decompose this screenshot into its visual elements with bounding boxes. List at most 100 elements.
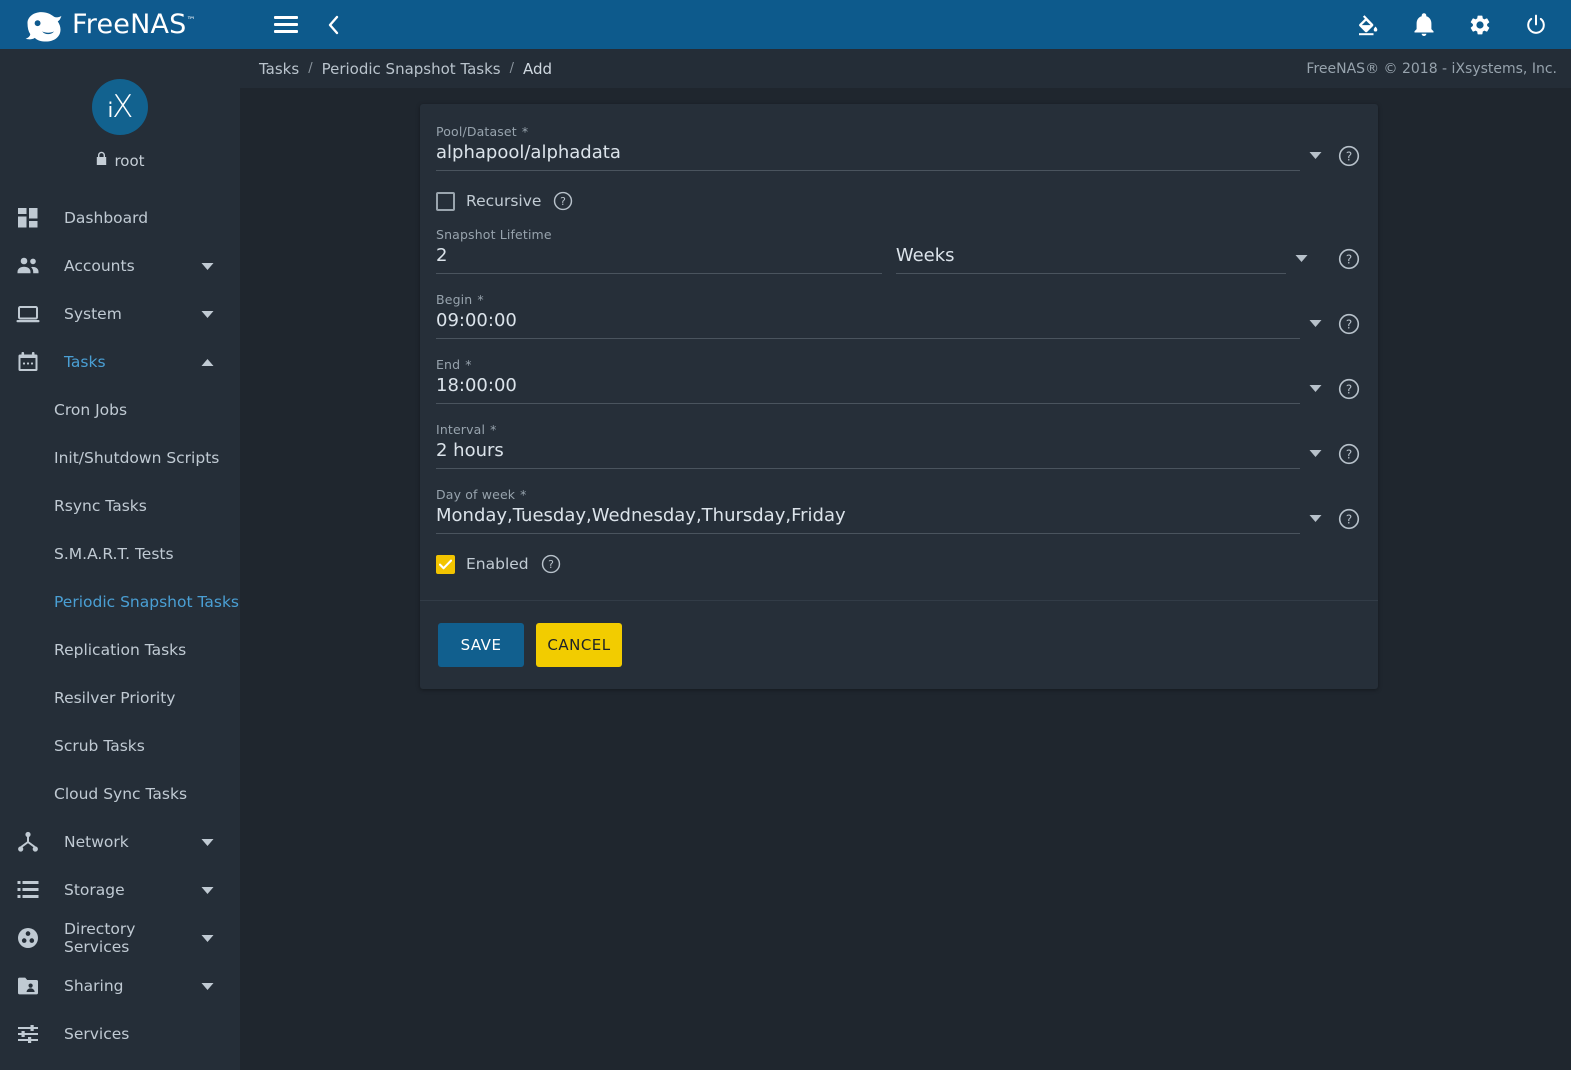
help-circle-icon[interactable]: ? — [1338, 443, 1360, 465]
help-circle-icon[interactable]: ? — [1338, 508, 1360, 530]
interval-input[interactable] — [436, 440, 1300, 469]
sidebar-subitem-label: Replication Tasks — [54, 641, 187, 659]
freenas-fish-logo-icon — [22, 8, 66, 42]
sidebar-subitem-label: Cloud Sync Tasks — [54, 785, 188, 803]
day-of-week-input[interactable] — [436, 505, 1300, 534]
help-circle-icon[interactable]: ? — [541, 554, 561, 574]
sidebar-item-system[interactable]: System — [0, 290, 240, 338]
field-row: ? — [436, 310, 1360, 339]
sidebar-username-row[interactable]: root — [95, 151, 145, 170]
sidebar-item-directory-services[interactable]: Directory Services — [0, 914, 240, 962]
help-circle-icon[interactable]: ? — [1338, 313, 1360, 335]
sidebar-item-scrub-tasks[interactable]: Scrub Tasks — [0, 722, 240, 770]
snapshot-lifetime-unit-select[interactable] — [895, 245, 1286, 274]
breadcrumb-item-periodic-snapshot-tasks[interactable]: Periodic Snapshot Tasks — [313, 60, 510, 78]
sidebar-item-sharing[interactable]: Sharing — [0, 962, 240, 1010]
recursive-label: Recursive — [466, 192, 542, 210]
sidebar-username: root — [114, 151, 145, 170]
field-row: ? — [436, 375, 1360, 404]
chevron-down-icon[interactable] — [201, 262, 214, 271]
field-label: Snapshot Lifetime — [436, 227, 1360, 242]
ix-logo-icon: iX — [92, 79, 148, 135]
save-button[interactable]: SAVE — [438, 623, 524, 667]
sidebar-item-cloud-sync-tasks[interactable]: Cloud Sync Tasks — [0, 770, 240, 818]
sidebar-item-periodic-snapshot-tasks[interactable]: Periodic Snapshot Tasks — [0, 578, 240, 626]
field-snapshot-lifetime: Snapshot Lifetime ? — [436, 227, 1360, 274]
brand-area: FreeNAS™ — [0, 0, 240, 49]
chevron-down-icon[interactable] — [201, 310, 214, 319]
begin-label: Begin — [436, 292, 473, 307]
gear-icon[interactable] — [1467, 12, 1493, 38]
network-node-icon — [12, 831, 44, 853]
begin-input[interactable] — [436, 310, 1300, 339]
field-end: End * ? — [436, 357, 1360, 404]
enabled-checkbox[interactable] — [436, 554, 455, 574]
sidebar-subitem-label: Cron Jobs — [54, 401, 128, 419]
chevron-up-icon[interactable] — [201, 358, 214, 367]
sidebar-item-cron-jobs[interactable]: Cron Jobs — [0, 386, 240, 434]
chevron-down-icon[interactable] — [1304, 312, 1326, 334]
chevron-down-icon[interactable] — [201, 982, 214, 991]
field-recursive: Recursive ? — [436, 189, 1360, 211]
sidebar-subitem-label: S.M.A.R.T. Tests — [54, 545, 174, 563]
sidebar-item-smart-tests[interactable]: S.M.A.R.T. Tests — [0, 530, 240, 578]
cancel-button[interactable]: CANCEL — [536, 623, 622, 667]
sidebar-item-label: Accounts — [64, 257, 135, 275]
theme-fill-icon[interactable] — [1355, 12, 1381, 38]
sidebar-item-network[interactable]: Network — [0, 818, 240, 866]
help-circle-icon[interactable]: ? — [1338, 145, 1360, 167]
chevron-down-icon[interactable] — [201, 886, 214, 895]
end-input[interactable] — [436, 375, 1300, 404]
required-marker: * — [477, 292, 484, 307]
chevron-down-icon[interactable] — [1304, 507, 1326, 529]
chevron-down-icon[interactable] — [201, 838, 214, 847]
svg-text:?: ? — [1346, 383, 1352, 397]
laptop-icon — [12, 304, 44, 324]
pool-dataset-label: Pool/Dataset — [436, 124, 517, 139]
sidebar-item-rsync-tasks[interactable]: Rsync Tasks — [0, 482, 240, 530]
chevron-down-icon[interactable] — [1304, 144, 1326, 166]
sidebar-item-dashboard[interactable]: Dashboard — [0, 194, 240, 242]
chevron-down-icon[interactable] — [201, 934, 214, 943]
recursive-checkbox[interactable] — [436, 191, 455, 211]
sidebar-item-resilver-priority[interactable]: Resilver Priority — [0, 674, 240, 722]
help-circle-icon[interactable]: ? — [1338, 248, 1360, 270]
bell-icon[interactable] — [1411, 12, 1437, 38]
sidebar-subitem-label: Init/Shutdown Scripts — [54, 449, 220, 467]
chevron-down-icon[interactable] — [1304, 377, 1326, 399]
sidebar: iX root Dashboard Accounts System Tasks … — [0, 49, 240, 1070]
lock-icon — [95, 151, 108, 170]
chevron-down-icon[interactable] — [1290, 247, 1312, 269]
field-day-of-week: Day of week * ? — [436, 487, 1360, 534]
required-marker: * — [521, 124, 529, 139]
help-circle-icon[interactable]: ? — [1338, 378, 1360, 400]
breadcrumb-item-tasks[interactable]: Tasks — [250, 60, 308, 78]
sidebar-item-tasks[interactable]: Tasks — [0, 338, 240, 386]
top-bar-icons — [1355, 12, 1549, 38]
sidebar-subitem-label: Rsync Tasks — [54, 497, 147, 515]
people-icon — [12, 255, 44, 277]
directory-services-icon — [12, 927, 44, 949]
chevron-down-icon[interactable] — [1304, 442, 1326, 464]
enabled-label: Enabled — [466, 555, 529, 573]
field-label: Interval * — [436, 422, 1360, 437]
sidebar-item-replication-tasks[interactable]: Replication Tasks — [0, 626, 240, 674]
help-circle-icon[interactable]: ? — [553, 191, 573, 211]
sidebar-item-accounts[interactable]: Accounts — [0, 242, 240, 290]
ix-logo-i: i — [107, 98, 113, 122]
main-content: Pool/Dataset * ? Recursive ? — [240, 88, 1571, 1070]
sliders-icon — [12, 1023, 44, 1045]
sidebar-item-storage[interactable]: Storage — [0, 866, 240, 914]
field-label: Pool/Dataset * — [436, 124, 1360, 139]
pool-dataset-input[interactable] — [436, 142, 1300, 171]
sidebar-item-init-shutdown-scripts[interactable]: Init/Shutdown Scripts — [0, 434, 240, 482]
snapshot-lifetime-input[interactable] — [436, 245, 882, 274]
sidebar-item-label: Directory Services — [64, 920, 136, 956]
field-row: ? — [436, 142, 1360, 171]
sidebar-item-services[interactable]: Services — [0, 1010, 240, 1058]
hamburger-menu-icon[interactable] — [274, 16, 298, 33]
calendar-icon — [12, 351, 44, 373]
power-icon[interactable] — [1523, 12, 1549, 38]
sidebar-nav-list: Dashboard Accounts System Tasks Cron Job… — [0, 194, 240, 1058]
chevron-left-icon[interactable] — [326, 14, 340, 36]
